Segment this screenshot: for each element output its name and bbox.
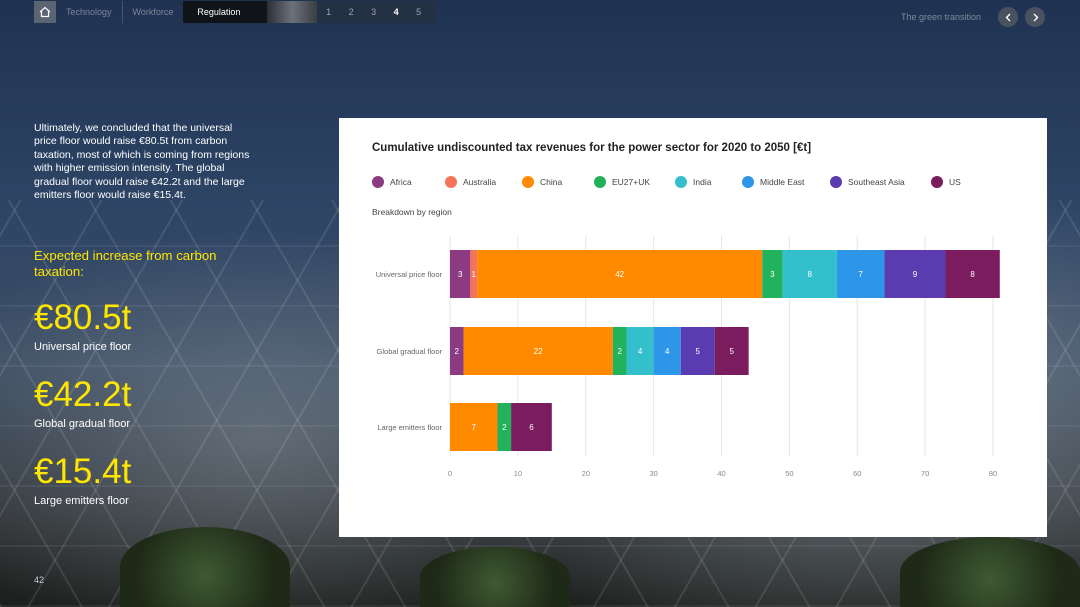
- data-label: 22: [534, 347, 543, 356]
- stat-label-global: Global gradual floor: [34, 418, 131, 430]
- x-tick-label: 0: [448, 469, 452, 478]
- data-label: 6: [529, 423, 534, 432]
- data-label: 5: [696, 347, 701, 356]
- x-tick-label: 80: [989, 469, 997, 478]
- home-icon: [39, 6, 51, 18]
- data-label: 8: [808, 270, 813, 279]
- intro-paragraph: Ultimately, we concluded that the univer…: [34, 122, 250, 202]
- x-tick-label: 20: [582, 469, 590, 478]
- data-label: 5: [729, 347, 734, 356]
- x-tick-label: 30: [649, 469, 657, 478]
- x-tick-label: 10: [514, 469, 522, 478]
- expected-increase-heading: Expected increase from carbon taxation:: [34, 248, 217, 279]
- data-label: 9: [913, 270, 918, 279]
- x-tick-label: 40: [717, 469, 725, 478]
- page-link-3[interactable]: 3: [362, 7, 385, 17]
- chevron-right-icon: [1033, 13, 1038, 21]
- stat-label-universal: Universal price floor: [34, 341, 132, 353]
- data-label: 4: [638, 347, 643, 356]
- page-link-1[interactable]: 1: [317, 7, 340, 17]
- top-navigation: Technology Workforce Regulation 1 2 3 4 …: [34, 1, 436, 23]
- data-label: 4: [665, 347, 670, 356]
- page-selector: 1 2 3 4 5: [317, 1, 436, 23]
- page-number: 42: [34, 575, 45, 585]
- next-button[interactable]: [1025, 7, 1045, 27]
- chevron-left-icon: [1005, 13, 1010, 21]
- stat-label-large-emitters: Large emitters floor: [34, 495, 129, 507]
- data-label: 7: [472, 423, 477, 432]
- page-link-2[interactable]: 2: [340, 7, 363, 17]
- data-label: 2: [455, 347, 460, 356]
- tree-foliage: [120, 527, 290, 607]
- data-label: 3: [770, 270, 775, 279]
- stacked-bar-chart: 0 10 20 30 40 50 60 70 80Universal price floor 3 1…: [376, 236, 1000, 478]
- previous-button[interactable]: [998, 7, 1018, 27]
- x-tick-label: 70: [921, 469, 929, 478]
- data-label: 7: [858, 270, 863, 279]
- nav-tab-workforce[interactable]: Workforce: [123, 1, 184, 23]
- data-label: 2: [617, 347, 622, 356]
- nav-tab-technology[interactable]: Technology: [56, 1, 123, 23]
- category-label: Large emitters floor: [377, 423, 442, 432]
- tree-foliage: [420, 547, 570, 607]
- nav-tab-regulation[interactable]: Regulation: [183, 1, 268, 23]
- data-label: 8: [970, 270, 975, 279]
- tree-foliage: [900, 537, 1080, 607]
- nav-thumbnail-image: [267, 1, 318, 23]
- stat-value-global: €42.2t: [34, 375, 132, 414]
- section-label: The green transition: [900, 12, 981, 22]
- page-link-4-current[interactable]: 4: [385, 7, 408, 17]
- category-label: Global gradual floor: [377, 347, 443, 356]
- chart-card: Cumulative undiscounted tax revenues for…: [339, 118, 1047, 537]
- x-tick-label: 60: [853, 469, 861, 478]
- page-link-5[interactable]: 5: [407, 7, 430, 17]
- stat-value-large-emitters: €15.4t: [34, 452, 132, 491]
- data-label: 2: [502, 423, 507, 432]
- category-label: Universal price floor: [376, 270, 443, 279]
- section-navigation: The green transition: [901, 7, 1045, 27]
- stat-value-universal: €80.5t: [34, 298, 132, 337]
- data-label: 1: [472, 270, 477, 279]
- x-tick-label: 50: [785, 469, 793, 478]
- data-label: 42: [615, 270, 624, 279]
- data-label: 3: [458, 270, 463, 279]
- home-button[interactable]: [34, 1, 56, 23]
